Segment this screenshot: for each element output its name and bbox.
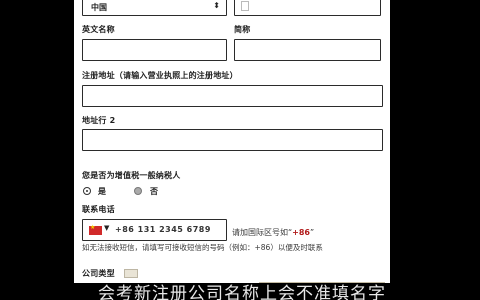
country-select-value: 中国	[91, 3, 107, 12]
radio-yes[interactable]	[83, 187, 91, 195]
company-type-label: 公司类型	[82, 269, 115, 278]
english-name-label: 英文名称	[82, 25, 115, 34]
reg-address-input[interactable]	[82, 85, 383, 107]
country-select[interactable]: 中国 ⬍	[82, 0, 227, 16]
reg-address-label: 注册地址（请输入营业执照上的注册地址）	[82, 71, 238, 80]
tax-question-label: 您是否为增值税一般纳税人	[82, 171, 181, 180]
radio-yes-label: 是	[98, 187, 107, 196]
abbreviation-label: 简称	[234, 25, 251, 34]
region-field[interactable]	[234, 0, 381, 16]
phone-value: +86 131 2345 6789	[115, 225, 211, 234]
address2-label: 地址行 2	[82, 116, 116, 125]
subtitle-text: 会考新注册公司名称上会不准填名字	[98, 284, 386, 300]
phone-note: 如无法接收短信，请填写可接收短信的号码（例如：+86）以便及时联系	[82, 243, 323, 252]
china-flag-icon[interactable]	[89, 224, 102, 235]
radio-no[interactable]	[134, 187, 142, 195]
english-name-input[interactable]	[82, 39, 227, 61]
registration-form: 中国 ⬍ 英文名称 简称 注册地址（请输入营业执照上的注册地址） 地址行 2 您…	[74, 0, 390, 300]
phone-format-hint: 请加国际区号如“+86”	[232, 228, 315, 237]
phone-input[interactable]: ▼ +86 131 2345 6789	[82, 219, 227, 241]
company-type-button[interactable]	[124, 269, 138, 278]
page: 中国 ⬍ 英文名称 简称 注册地址（请输入营业执照上的注册地址） 地址行 2 您…	[0, 0, 480, 300]
radio-no-label: 否	[150, 187, 159, 196]
chevron-down-icon[interactable]: ▼	[104, 224, 109, 232]
phone-label: 联系电话	[82, 205, 115, 214]
chevron-updown-icon: ⬍	[213, 1, 220, 10]
abbreviation-input[interactable]	[234, 39, 381, 61]
checkbox-icon	[241, 1, 249, 11]
address2-input[interactable]	[82, 129, 383, 151]
